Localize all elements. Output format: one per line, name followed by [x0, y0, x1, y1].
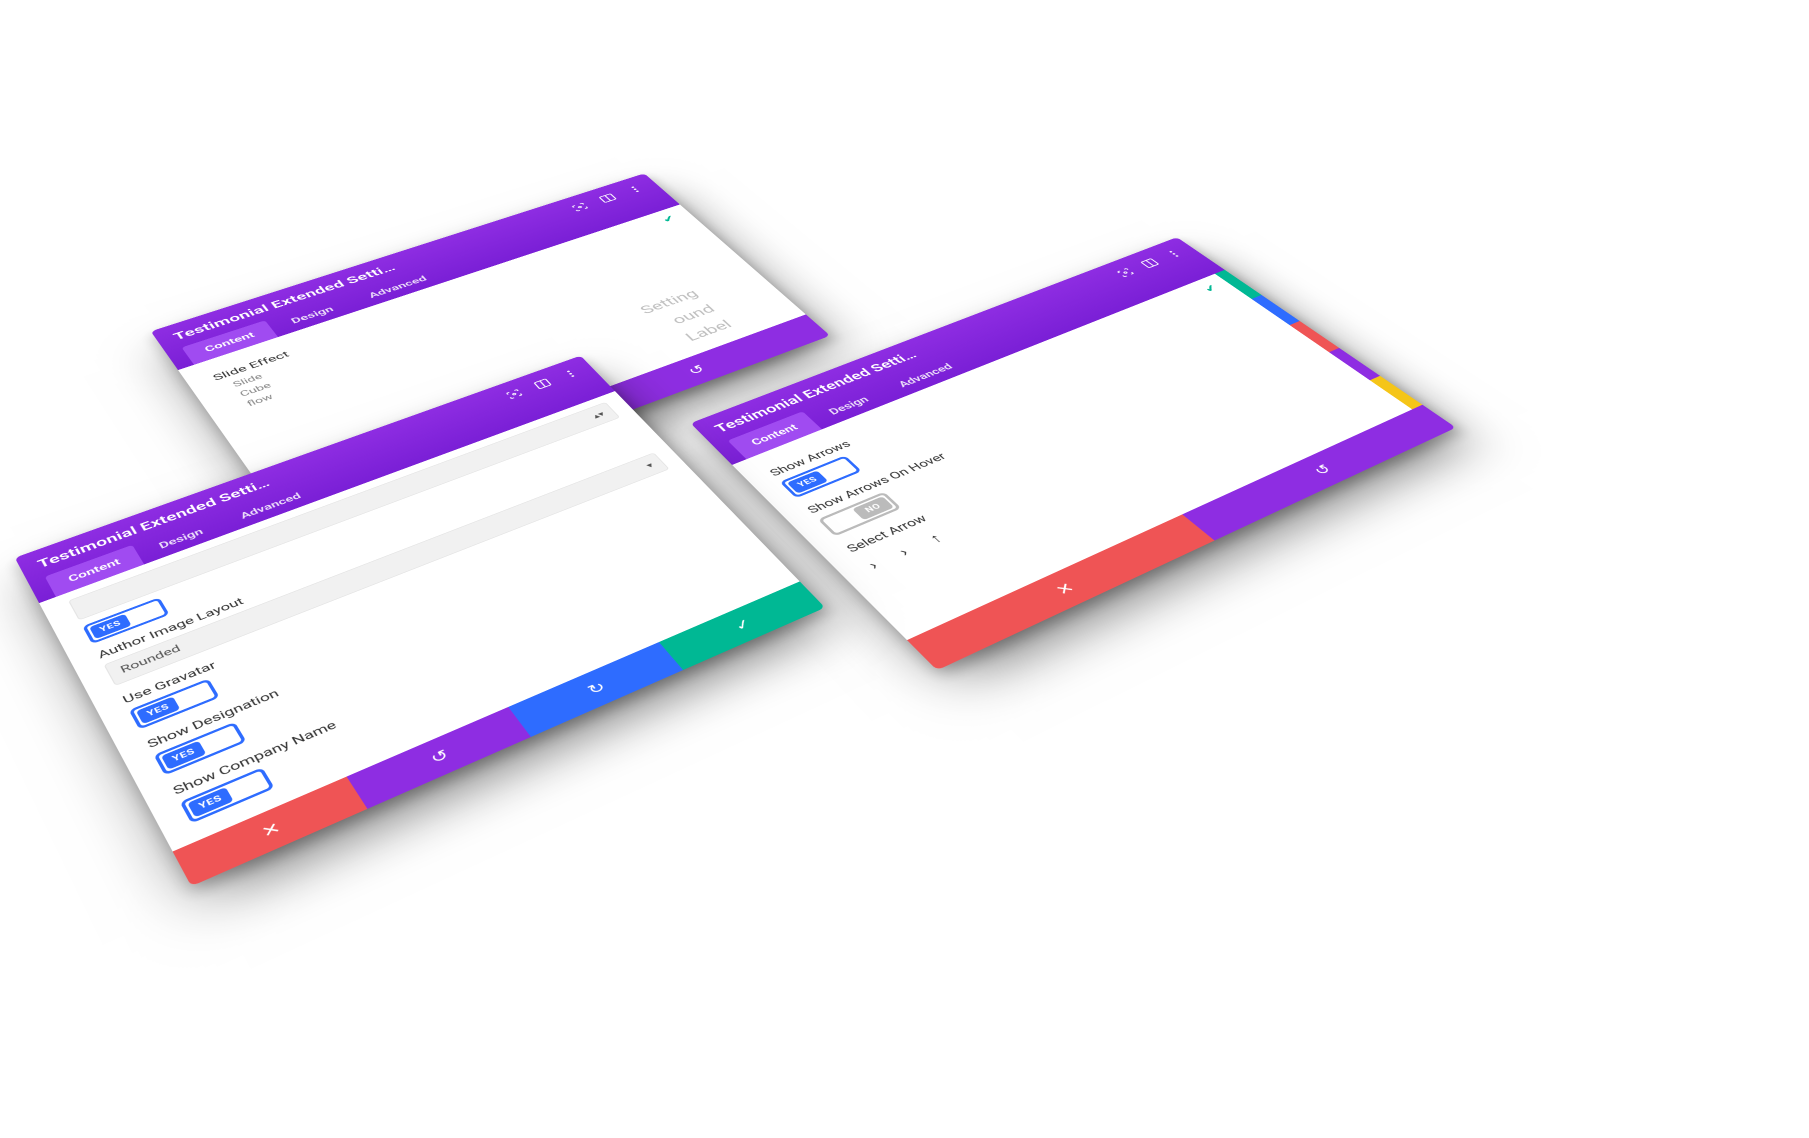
redo-icon: ↻ [584, 679, 609, 699]
window-layout-icon[interactable] [596, 192, 618, 204]
more-vert-icon[interactable] [559, 367, 581, 380]
arrow-style-option[interactable]: ↑ [925, 531, 946, 547]
window-target-icon[interactable] [1114, 266, 1137, 278]
partially-occluded-section-labels: Setting ound Label [636, 287, 735, 348]
dropdown-value [82, 600, 91, 611]
undo-icon: ↺ [1309, 462, 1336, 479]
chevron-down-icon: ▾ [644, 461, 656, 470]
arrow-style-option[interactable]: › [895, 545, 913, 559]
updown-icon: ▴▾ [591, 410, 607, 420]
window-layout-icon[interactable] [531, 377, 553, 390]
undo-icon: ↺ [427, 746, 453, 767]
more-vert-icon[interactable] [1162, 248, 1185, 260]
undo-icon: ↺ [685, 362, 709, 377]
arrow-style-option[interactable]: › [865, 558, 883, 573]
close-icon: ✕ [258, 819, 284, 842]
window-target-icon[interactable] [569, 201, 591, 213]
window-target-icon[interactable] [503, 387, 525, 401]
check-icon: ✓ [730, 616, 755, 634]
more-vert-icon[interactable] [624, 183, 646, 195]
window-layout-icon[interactable] [1138, 257, 1161, 269]
close-icon: ✕ [1051, 579, 1079, 598]
